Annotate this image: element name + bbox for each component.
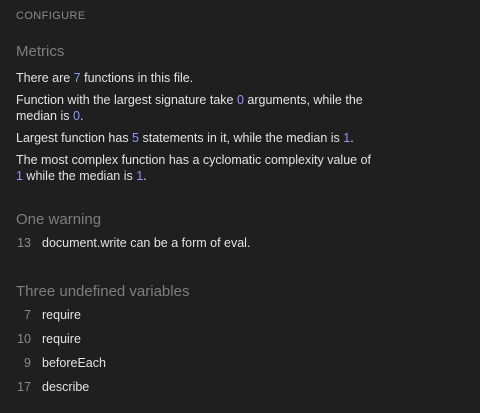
variable-name[interactable]: beforeEach bbox=[42, 351, 106, 375]
metrics-text: Largest function has bbox=[16, 131, 133, 145]
metrics-title: Metrics bbox=[16, 43, 65, 60]
warning-message[interactable]: document.write can be a form of eval. bbox=[42, 231, 250, 255]
undefined-variable-item[interactable]: 7 require bbox=[0, 303, 480, 327]
jshint-report-panel: CONFIGURE Metrics There are 7 functions … bbox=[0, 0, 480, 413]
metrics-number: 1 bbox=[16, 169, 23, 183]
metrics-number: 5 bbox=[132, 131, 139, 145]
line-number: 9 bbox=[24, 356, 31, 370]
undefined-variables-title: Three undefined variables bbox=[16, 283, 190, 300]
metrics-text: There are bbox=[16, 71, 74, 85]
undefined-variable-item[interactable]: 9 beforeEach bbox=[0, 351, 480, 375]
metrics-number: 0 bbox=[236, 93, 244, 107]
metrics-statements: Largest function has 5 statements in it,… bbox=[16, 130, 376, 146]
metrics-text: functions in this file. bbox=[80, 71, 194, 85]
line-number: 13 bbox=[17, 236, 31, 250]
metrics-number: 0 bbox=[72, 109, 80, 123]
metrics-complexity: The most complex function has a cyclomat… bbox=[16, 152, 376, 184]
metrics-text: while the median is bbox=[22, 169, 137, 183]
undefined-variable-item[interactable]: 10 require bbox=[0, 327, 480, 351]
warnings-list: 13 document.write can be a form of eval. bbox=[0, 231, 480, 255]
metrics-text: . bbox=[79, 109, 84, 123]
metrics-text: statements in it, while the median is bbox=[139, 131, 344, 145]
variable-name[interactable]: require bbox=[42, 303, 81, 327]
undefined-variables-list: 7 require 10 require 9 beforeEach 17 des… bbox=[0, 303, 480, 399]
metrics-number: 7 bbox=[73, 71, 81, 85]
metrics-text: Function with the largest signature take bbox=[16, 93, 237, 107]
variable-name[interactable]: require bbox=[42, 327, 81, 351]
configure-link[interactable]: CONFIGURE bbox=[16, 10, 86, 22]
undefined-variable-item[interactable]: 17 describe bbox=[0, 375, 480, 399]
metrics-text: . bbox=[143, 169, 147, 183]
metrics-section: There are 7 functions in this file. Func… bbox=[16, 70, 376, 190]
variable-name[interactable]: describe bbox=[42, 375, 89, 399]
metrics-text: . bbox=[350, 131, 354, 145]
warning-item[interactable]: 13 document.write can be a form of eval. bbox=[0, 231, 480, 255]
metrics-function-count: There are 7 functions in this file. bbox=[16, 70, 376, 86]
warnings-title: One warning bbox=[16, 211, 102, 228]
line-number: 10 bbox=[17, 332, 31, 346]
line-number: 17 bbox=[17, 380, 31, 394]
line-number: 7 bbox=[24, 308, 31, 322]
metrics-text: The most complex function has a cyclomat… bbox=[16, 153, 372, 167]
metrics-signature: Function with the largest signature take… bbox=[16, 92, 376, 124]
